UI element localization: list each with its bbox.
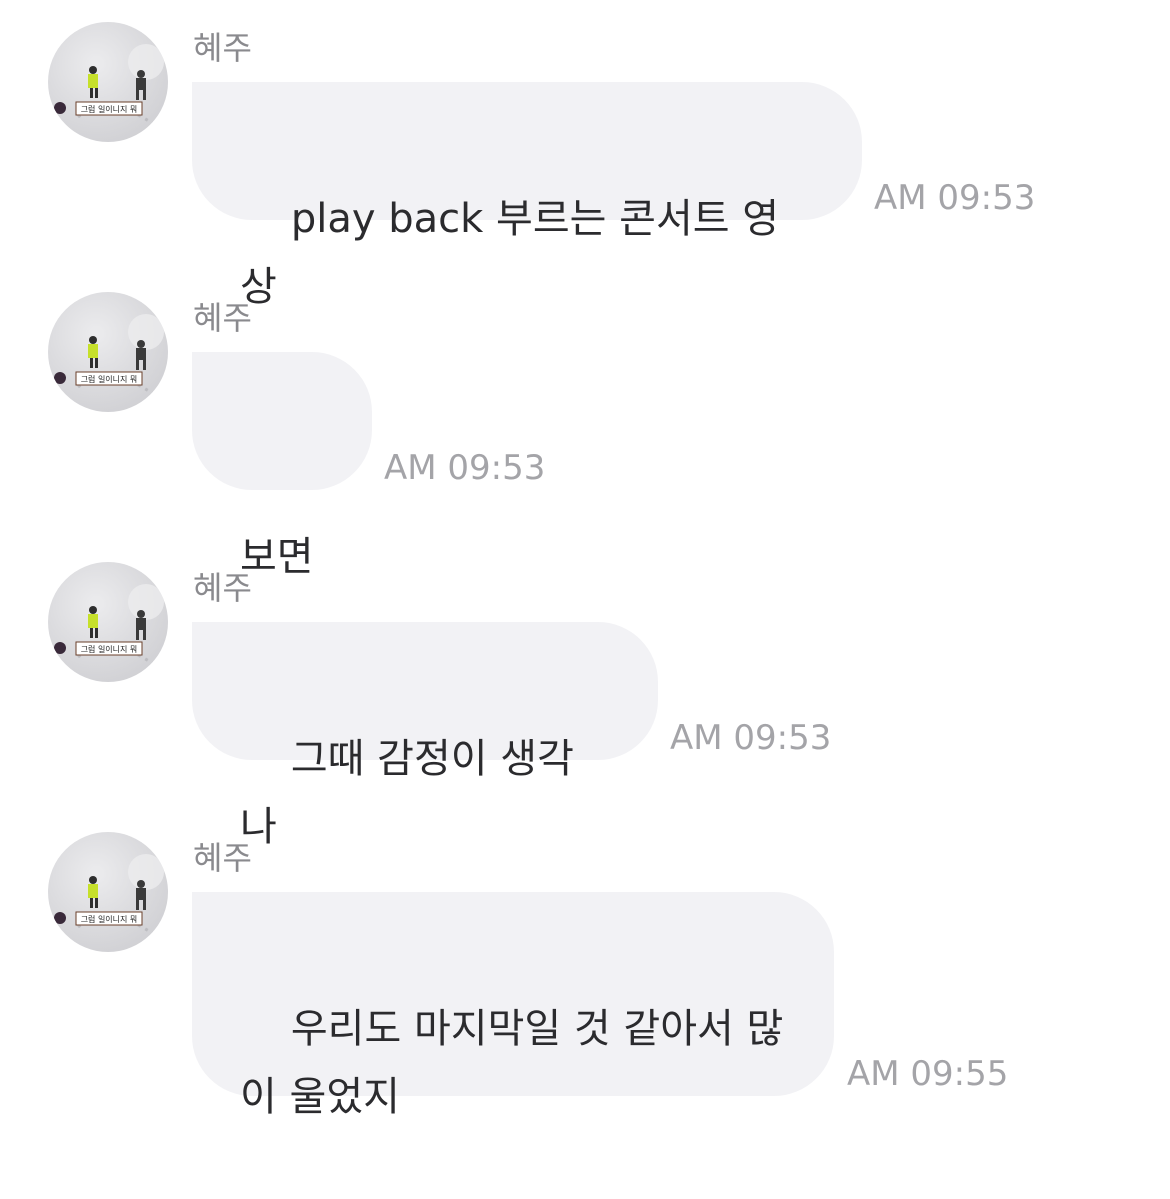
message-time: AM 09:55: [847, 1054, 1009, 1094]
message-time: AM 09:53: [384, 448, 546, 488]
avatar-image: 그럼 일이니지 뭐: [54, 314, 164, 399]
avatar[interactable]: 그럼 일이니지 뭐: [48, 292, 168, 412]
avatar-image: 그럼 일이니지 뭐: [54, 44, 164, 129]
svg-text:그럼 일이니지 뭐: 그럼 일이니지 뭐: [81, 914, 138, 924]
message-text: 우리도 마지막일 것 같아서 많 이 울었지: [240, 1006, 784, 1120]
message-text: play back 부르는 콘서트 영상: [240, 196, 780, 310]
sender-name: 혜주: [193, 839, 252, 877]
message-time: AM 09:53: [874, 178, 1036, 218]
message-bubble[interactable]: 보면: [192, 352, 372, 580]
message-bubble[interactable]: play back 부르는 콘서트 영상: [192, 82, 862, 310]
avatar-image: 그럼 일이니지 뭐: [54, 584, 164, 669]
avatar[interactable]: 그럼 일이니지 뭐: [48, 562, 168, 682]
svg-text:그럼 일이니지 뭐: 그럼 일이니지 뭐: [81, 644, 138, 654]
sender-name: 혜주: [193, 569, 252, 607]
message-time: AM 09:53: [670, 718, 832, 758]
avatar-image: 그럼 일이니지 뭐: [54, 854, 164, 939]
avatar[interactable]: 그럼 일이니지 뭐: [48, 22, 168, 142]
svg-text:그럼 일이니지 뭐: 그럼 일이니지 뭐: [81, 104, 138, 114]
sender-name: 혜주: [193, 299, 252, 337]
message-bubble[interactable]: 우리도 마지막일 것 같아서 많 이 울었지: [192, 892, 834, 1120]
svg-text:그럼 일이니지 뭐: 그럼 일이니지 뭐: [81, 374, 138, 384]
avatar[interactable]: 그럼 일이니지 뭐: [48, 832, 168, 952]
message-text: 그때 감정이 생각 나: [240, 736, 587, 850]
sender-name: 혜주: [193, 29, 252, 67]
message-bubble[interactable]: 그때 감정이 생각 나: [192, 622, 658, 850]
